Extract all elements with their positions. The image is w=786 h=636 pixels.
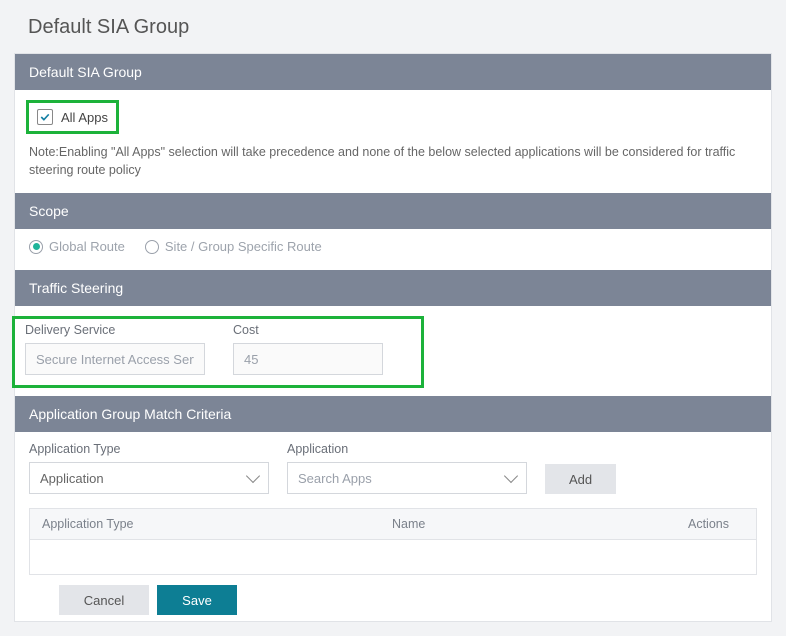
all-apps-label: All Apps xyxy=(61,110,108,125)
all-apps-checkbox[interactable] xyxy=(37,109,53,125)
section-header-group: Default SIA Group xyxy=(15,54,771,90)
traffic-highlight-box: Delivery Service Cost xyxy=(12,316,424,388)
section-header-criteria: Application Group Match Criteria xyxy=(15,396,771,432)
th-name: Name xyxy=(380,509,676,539)
all-apps-note: Note:Enabling "All Apps" selection will … xyxy=(29,144,757,179)
app-type-dropdown[interactable]: Application xyxy=(29,462,269,494)
scope-global-route[interactable]: Global Route xyxy=(29,239,125,254)
application-placeholder: Search Apps xyxy=(298,471,372,486)
add-button[interactable]: Add xyxy=(545,464,616,494)
section-header-scope: Scope xyxy=(15,193,771,229)
chevron-down-icon xyxy=(246,469,260,483)
app-type-value: Application xyxy=(40,471,104,486)
delivery-service-label: Delivery Service xyxy=(25,323,205,337)
app-type-label: Application Type xyxy=(29,442,269,456)
all-apps-checkbox-row[interactable]: All Apps xyxy=(26,100,119,134)
cost-input[interactable] xyxy=(233,343,383,375)
footer-buttons: Cancel Save xyxy=(59,585,771,615)
config-card: Default SIA Group All Apps Note:Enabling… xyxy=(14,53,772,622)
scope-site-label: Site / Group Specific Route xyxy=(165,239,322,254)
scope-site-route[interactable]: Site / Group Specific Route xyxy=(145,239,322,254)
page-title: Default SIA Group xyxy=(28,16,774,39)
table-header: Application Type Name Actions xyxy=(30,509,756,540)
radio-icon xyxy=(145,240,159,254)
radio-icon xyxy=(29,240,43,254)
criteria-table: Application Type Name Actions xyxy=(29,508,757,575)
delivery-service-input[interactable] xyxy=(25,343,205,375)
scope-global-label: Global Route xyxy=(49,239,125,254)
th-actions: Actions xyxy=(676,509,756,539)
cost-label: Cost xyxy=(233,323,383,337)
application-label: Application xyxy=(287,442,527,456)
table-body-empty xyxy=(30,540,756,574)
scope-radio-group: Global Route Site / Group Specific Route xyxy=(29,239,757,254)
cancel-button[interactable]: Cancel xyxy=(59,585,149,615)
save-button[interactable]: Save xyxy=(157,585,237,615)
chevron-down-icon xyxy=(504,469,518,483)
application-dropdown[interactable]: Search Apps xyxy=(287,462,527,494)
check-icon xyxy=(39,111,51,123)
th-application-type: Application Type xyxy=(30,509,380,539)
section-header-traffic: Traffic Steering xyxy=(15,270,771,306)
